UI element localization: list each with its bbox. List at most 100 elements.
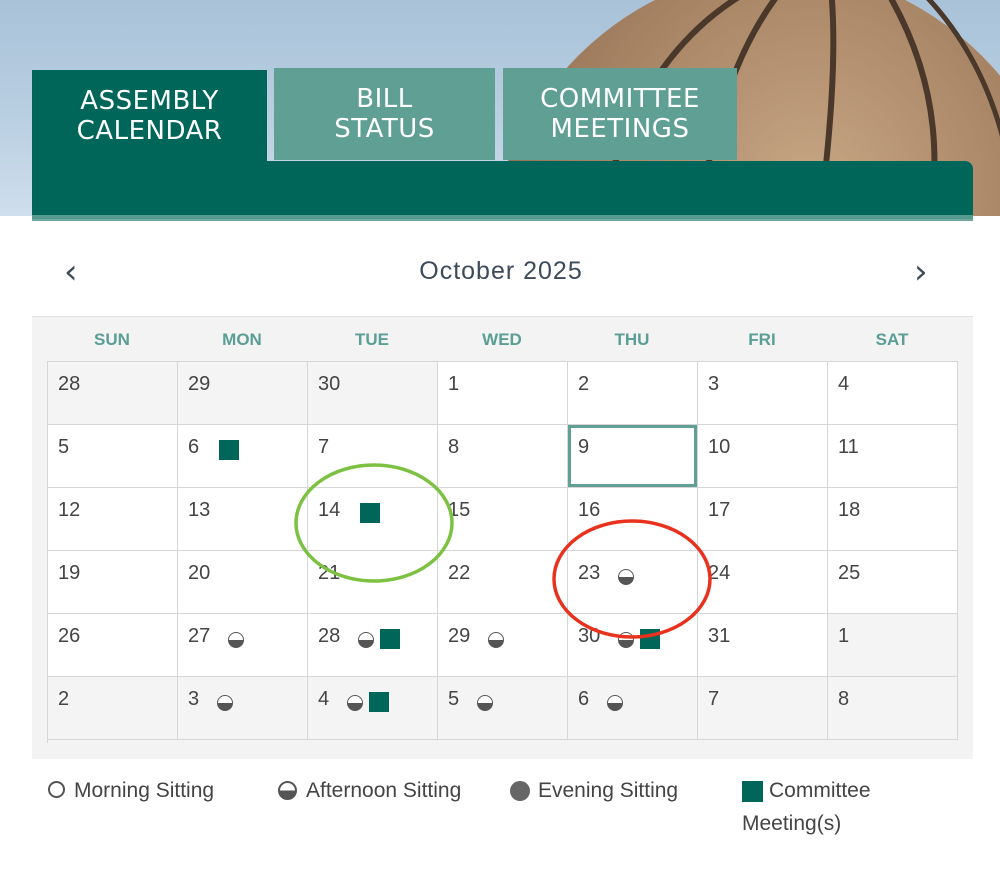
calendar-day[interactable]: 20	[178, 551, 308, 614]
day-number: 26	[58, 625, 81, 647]
day-number: 13	[188, 499, 211, 521]
calendar-day[interactable]: 13	[178, 488, 308, 551]
afternoon-sitting-icon	[358, 632, 374, 648]
day-number: 1	[838, 625, 850, 647]
day-number: 18	[838, 499, 861, 521]
day-number: 6	[578, 688, 590, 710]
calendar-day[interactable]: 16	[568, 488, 698, 551]
calendar-day[interactable]: 10	[698, 425, 828, 488]
day-number: 4	[838, 373, 850, 395]
day-number: 5	[448, 688, 460, 710]
day-number: 14	[318, 499, 341, 521]
calendar-day[interactable]: 7	[308, 425, 438, 488]
calendar-day[interactable]: 4	[828, 362, 958, 425]
calendar-day[interactable]: 9	[568, 425, 698, 488]
day-number: 29	[188, 373, 211, 395]
afternoon-sitting-icon	[618, 632, 634, 648]
dow-fri: FRI	[748, 330, 776, 349]
tab-committee-meetings[interactable]: COMMITTEE MEETINGS	[503, 68, 737, 160]
calendar-day[interactable]: 6	[568, 677, 698, 740]
dow-wed: WED	[482, 330, 522, 349]
day-number: 28	[58, 373, 81, 395]
calendar-day[interactable]: 22	[438, 551, 568, 614]
legend-evening: Evening Sitting	[538, 779, 679, 802]
calendar-day[interactable]: 30	[308, 362, 438, 425]
day-number: 1	[448, 373, 460, 395]
day-number: 19	[58, 562, 81, 584]
calendar-day[interactable]: 26	[48, 614, 178, 677]
day-number: 12	[58, 499, 81, 521]
calendar-day[interactable]: 3	[698, 362, 828, 425]
day-number: 7	[318, 436, 330, 458]
calendar-day[interactable]: 7	[698, 677, 828, 740]
day-number: 16	[578, 499, 601, 521]
calendar-day[interactable]: 15	[438, 488, 568, 551]
calendar-day[interactable]: 17	[698, 488, 828, 551]
legend-morning: Morning Sitting	[74, 779, 215, 802]
calendar-day[interactable]: 31	[698, 614, 828, 677]
legend-afternoon: Afternoon Sitting	[306, 779, 462, 802]
legend-committee-line1: Committee	[769, 779, 871, 802]
tab-bill-status-label: BILL STATUS	[334, 84, 435, 144]
day-number: 27	[188, 625, 211, 647]
day-number: 21	[318, 562, 341, 584]
calendar-day[interactable]: 8	[438, 425, 568, 488]
calendar-day[interactable]: 27	[178, 614, 308, 677]
calendar-day[interactable]: 30	[568, 614, 698, 677]
day-number: 6	[188, 436, 200, 458]
calendar-day[interactable]: 5	[438, 677, 568, 740]
tab-divider	[32, 215, 973, 221]
tab-bill-status[interactable]: BILL STATUS	[274, 68, 495, 160]
day-number: 4	[318, 688, 330, 710]
tab-assembly-calendar-label: ASSEMBLY CALENDAR	[76, 86, 223, 146]
day-number: 28	[318, 625, 341, 647]
afternoon-sitting-icon	[228, 632, 244, 648]
committee-meeting-icon	[640, 629, 660, 649]
afternoon-sitting-icon	[347, 695, 363, 711]
afternoon-sitting-icon	[488, 632, 504, 648]
calendar-day[interactable]: 3	[178, 677, 308, 740]
day-number: 24	[708, 562, 731, 584]
day-number: 8	[448, 436, 460, 458]
day-number: 17	[708, 499, 731, 521]
calendar-day[interactable]: 29	[178, 362, 308, 425]
dow-sat: SAT	[875, 330, 909, 349]
day-number: 23	[578, 562, 601, 584]
calendar-day[interactable]: 1	[438, 362, 568, 425]
day-number: 2	[58, 688, 70, 710]
day-number: 29	[448, 625, 471, 647]
calendar-day[interactable]: 18	[828, 488, 958, 551]
committee-meeting-icon	[219, 440, 239, 460]
calendar-day[interactable]: 21	[308, 551, 438, 614]
evening-sitting-icon	[510, 781, 530, 801]
calendar-day[interactable]: 14	[308, 488, 438, 551]
afternoon-sitting-icon	[217, 695, 233, 711]
calendar-day[interactable]: 19	[48, 551, 178, 614]
calendar-day[interactable]: 28	[48, 362, 178, 425]
calendar-day[interactable]: 23	[568, 551, 698, 614]
calendar-day[interactable]: 8	[828, 677, 958, 740]
afternoon-sitting-icon	[278, 781, 297, 800]
day-number: 10	[708, 436, 731, 458]
dow-tue: TUE	[355, 330, 389, 349]
calendar-day[interactable]: 29	[438, 614, 568, 677]
calendar-day[interactable]: 6	[178, 425, 308, 488]
calendar-day[interactable]: 25	[828, 551, 958, 614]
calendar-day[interactable]: 11	[828, 425, 958, 488]
calendar-day[interactable]: 2	[568, 362, 698, 425]
month-title: October 2025	[419, 257, 583, 285]
tab-assembly-calendar[interactable]: ASSEMBLY CALENDAR	[32, 70, 267, 162]
prev-month-button[interactable]: ‹	[64, 252, 78, 292]
dow-thu: THU	[614, 330, 650, 349]
committee-meeting-icon	[360, 503, 380, 523]
calendar-day[interactable]: 2	[48, 677, 178, 740]
day-number: 2	[578, 373, 590, 395]
calendar-day[interactable]: 4	[308, 677, 438, 740]
day-number: 30	[578, 625, 601, 647]
calendar-day[interactable]: 28	[308, 614, 438, 677]
calendar-day[interactable]: 12	[48, 488, 178, 551]
calendar-day[interactable]: 5	[48, 425, 178, 488]
calendar-day[interactable]: 24	[698, 551, 828, 614]
calendar-day[interactable]: 1	[828, 614, 958, 677]
next-month-button[interactable]: ›	[914, 252, 928, 292]
